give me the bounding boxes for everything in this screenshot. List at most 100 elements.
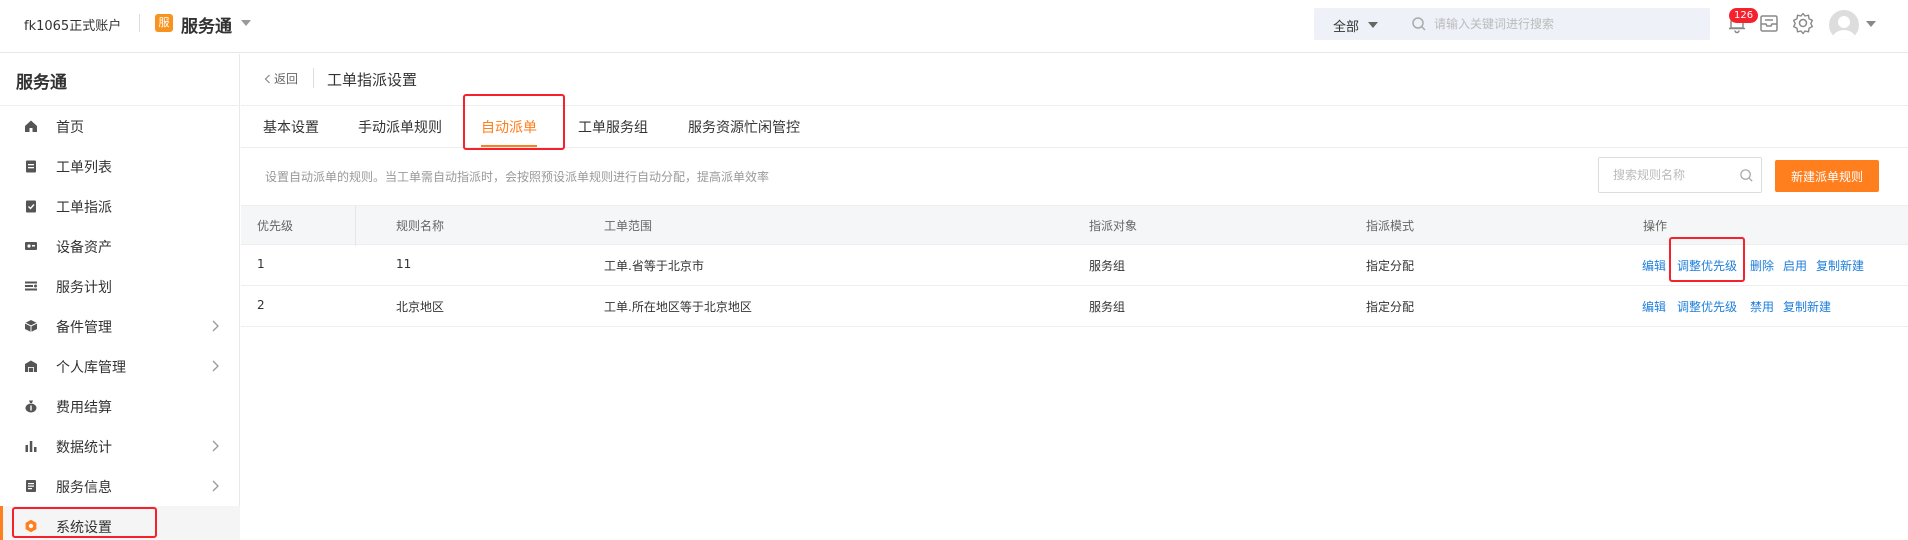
sidebar-item-service-info[interactable]: 服务信息 <box>0 466 240 506</box>
user-icon <box>1832 16 1856 40</box>
copy-new-link[interactable]: 复制新建 <box>1816 257 1864 274</box>
adjust-priority-link[interactable]: 调整优先级 <box>1677 298 1737 315</box>
column-header: 规则名称 <box>396 219 445 233</box>
app-name[interactable]: 服务通 <box>181 12 232 37</box>
search-scope-select[interactable]: 全部 <box>1333 16 1359 35</box>
sidebar-item-label: 服务信息 <box>56 480 112 496</box>
back-link[interactable]: 返回 <box>264 70 298 87</box>
column-divider <box>355 206 356 246</box>
chevron-down-icon[interactable] <box>1866 21 1876 27</box>
back-label: 返回 <box>274 72 299 86</box>
cell-priority: 2 <box>257 298 265 312</box>
sidebar-item-label: 费用结算 <box>56 400 112 416</box>
sidebar-item-devices[interactable]: 设备资产 <box>0 226 240 266</box>
divider <box>241 147 1908 148</box>
page-title: 工单指派设置 <box>327 71 418 89</box>
cell-scope: 工单.所在地区等于北京地区 <box>604 300 752 314</box>
inbox-icon[interactable] <box>1758 12 1780 34</box>
column-header: 优先级 <box>257 219 294 233</box>
sidebar-item-label: 个人库管理 <box>56 360 126 376</box>
settings-icon <box>25 519 37 533</box>
plan-icon <box>25 281 37 291</box>
column-header: 工单范围 <box>604 219 653 233</box>
sidebar-item-label: 备件管理 <box>56 320 112 336</box>
sidebar-item-home[interactable]: 首页 <box>0 106 240 146</box>
notification-badge: 126 <box>1729 8 1759 23</box>
tab-resource-availability[interactable]: 服务资源忙闲管控 <box>688 117 800 137</box>
search-icon[interactable] <box>1739 168 1754 183</box>
sidebar-item-label: 工单指派 <box>56 200 112 216</box>
sidebar-item-billing[interactable]: 费用结算 <box>0 386 240 426</box>
global-search: 全部 <box>1314 8 1710 40</box>
sidebar-item-system-settings[interactable]: 系统设置 <box>0 506 240 540</box>
sidebar-item-label: 系统设置 <box>56 520 112 536</box>
edit-link[interactable]: 编辑 <box>1642 257 1666 274</box>
cell-rule-name: 11 <box>396 257 412 271</box>
column-header: 操作 <box>1643 219 1668 233</box>
chevron-right-icon <box>212 480 219 492</box>
box-icon <box>24 320 38 332</box>
device-icon <box>25 242 37 250</box>
disable-link[interactable]: 禁用 <box>1750 298 1774 315</box>
column-header: 指派对象 <box>1089 219 1138 233</box>
chevron-down-icon[interactable] <box>1368 22 1378 28</box>
delete-link[interactable]: 删除 <box>1750 257 1774 274</box>
edit-link[interactable]: 编辑 <box>1642 298 1666 315</box>
main-content: 返回 工单指派设置 基本设置 手动派单规则 自动派单 工单服务组 服务资源忙闲管… <box>241 54 1908 540</box>
assign-icon <box>26 200 36 213</box>
cell-mode: 指定分配 <box>1366 259 1415 273</box>
cell-priority: 1 <box>257 257 265 271</box>
app-logo-icon: 服 <box>155 14 173 32</box>
sidebar-item-service-plan[interactable]: 服务计划 <box>0 266 240 306</box>
warehouse-icon <box>25 360 37 372</box>
sidebar-item-label: 设备资产 <box>56 240 112 256</box>
column-header: 指派模式 <box>1366 219 1415 233</box>
sidebar-item-label: 工单列表 <box>56 160 112 176</box>
cell-target: 服务组 <box>1089 259 1126 273</box>
cell-rule-name: 北京地区 <box>396 300 445 314</box>
top-bar: fk1065正式账户 服 服务通 全部 126 <box>0 0 1908 53</box>
avatar[interactable] <box>1829 10 1859 40</box>
bar-chart-icon <box>25 441 37 452</box>
tab-service-groups[interactable]: 工单服务组 <box>578 117 648 137</box>
rule-search <box>1598 157 1762 193</box>
sidebar-item-personal-warehouse[interactable]: 个人库管理 <box>0 346 240 386</box>
sidebar-item-ticket-assign[interactable]: 工单指派 <box>0 186 240 226</box>
document-icon <box>26 480 36 492</box>
sidebar-item-label: 数据统计 <box>56 440 112 456</box>
cell-target: 服务组 <box>1089 300 1126 314</box>
tab-manual-dispatch-rules[interactable]: 手动派单规则 <box>358 117 442 137</box>
new-dispatch-rule-button[interactable]: 新建派单规则 <box>1775 160 1879 192</box>
divider <box>241 105 1908 106</box>
chevron-right-icon <box>212 440 219 452</box>
chevron-left-icon <box>264 74 270 84</box>
account-name[interactable]: fk1065正式账户 <box>24 15 121 34</box>
clipboard-icon <box>26 160 36 173</box>
gear-icon[interactable] <box>1791 11 1815 35</box>
home-icon <box>25 120 37 132</box>
copy-new-link[interactable]: 复制新建 <box>1783 298 1831 315</box>
sidebar-item-label: 服务计划 <box>56 280 112 296</box>
page-description: 设置自动派单的规则。当工单需自动指派时，会按照预设派单规则进行自动分配，提高派单… <box>265 170 770 184</box>
active-indicator <box>0 506 3 540</box>
sidebar-item-parts[interactable]: 备件管理 <box>0 306 240 346</box>
search-input[interactable] <box>1434 13 1694 35</box>
tab-auto-dispatch[interactable]: 自动派单 <box>481 117 537 137</box>
rule-search-input[interactable] <box>1613 166 1733 184</box>
sidebar-title: 服务通 <box>16 73 67 93</box>
chevron-right-icon <box>212 360 219 372</box>
table-header: 优先级 规则名称 工单范围 指派对象 指派模式 操作 <box>241 205 1908 246</box>
sidebar-item-ticket-list[interactable]: 工单列表 <box>0 146 240 186</box>
table-row: 1 11 工单.省等于北京市 服务组 指定分配 编辑 调整优先级 删除 启用 复… <box>241 245 1908 286</box>
money-bag-icon <box>25 400 37 413</box>
tab-basic-settings[interactable]: 基本设置 <box>263 117 319 137</box>
enable-link[interactable]: 启用 <box>1783 257 1807 274</box>
table-row: 2 北京地区 工单.所在地区等于北京地区 服务组 指定分配 编辑 调整优先级 禁… <box>241 286 1908 327</box>
sidebar-item-statistics[interactable]: 数据统计 <box>0 426 240 466</box>
sidebar: 服务通 首页 工单列表 工单指派 设备资产 服务计划 备件管理 个人库管理 费用… <box>0 54 240 540</box>
adjust-priority-link[interactable]: 调整优先级 <box>1677 257 1737 274</box>
sidebar-item-label: 首页 <box>56 120 84 136</box>
chevron-down-icon[interactable] <box>241 20 251 26</box>
cell-mode: 指定分配 <box>1366 300 1415 314</box>
chevron-right-icon <box>212 320 219 332</box>
